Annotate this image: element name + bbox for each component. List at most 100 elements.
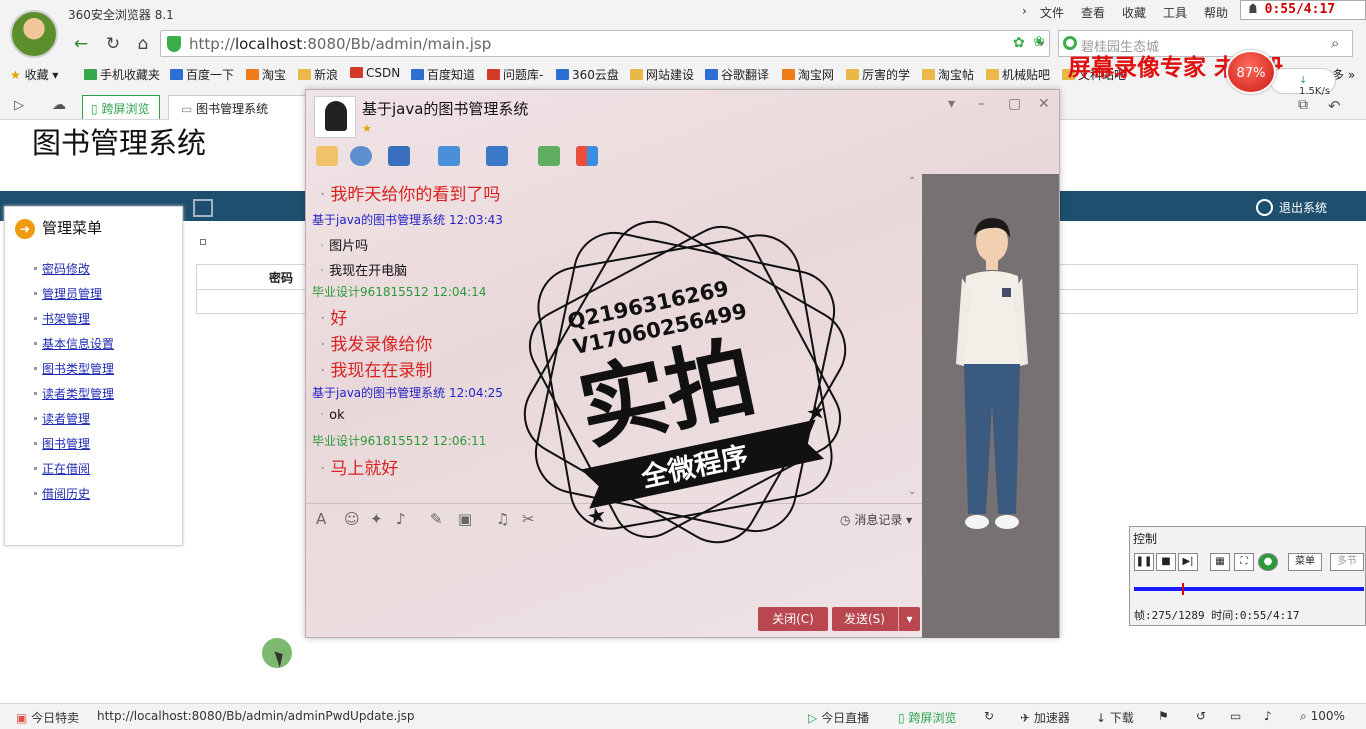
bookmark-taobao[interactable]: 淘宝 [246,66,286,83]
undo-close-icon[interactable]: ↶ [1328,97,1341,115]
logout-button[interactable]: 退出系统 [1256,199,1327,216]
address-url[interactable]: http://localhost:8080/Bb/admin/main.jsp [189,35,491,53]
bookmark-study[interactable]: 厉害的学 [846,66,910,83]
bookmark-csdn[interactable]: CSDN [350,66,400,80]
sidebar-item-link[interactable]: 图书类型管理 [42,360,114,377]
remote-desktop-icon[interactable] [486,146,508,166]
refresh-icon[interactable]: ↻ [102,33,124,55]
sidebar-item-link[interactable]: 密码修改 [42,260,90,277]
bookmark-google-translate[interactable]: 谷歌翻译 [705,66,769,83]
back-arrow-icon[interactable]: ← [70,33,92,55]
sidebar-item-link[interactable]: 正在借阅 [42,460,90,477]
collapse-sidebar-button[interactable] [193,199,213,217]
group-chat-icon[interactable] [538,146,560,166]
bookmark-favorites[interactable]: ★ 收藏 ▾ [10,66,58,83]
sync-icon[interactable]: ↺ [1196,709,1206,723]
close-window-icon[interactable]: ✕ [1038,96,1050,112]
home-icon[interactable]: ⌂ [132,33,154,55]
sidebar-item-link[interactable]: 读者类型管理 [42,385,114,402]
today-live[interactable]: ▷ 今日直播 [808,709,869,726]
microphone-icon[interactable]: ♪ [396,510,406,528]
record-icon[interactable]: ● [1258,553,1278,571]
sidebar-item-link[interactable]: 读者管理 [42,410,90,427]
bookmark-mechanical[interactable]: 机械贴吧 [986,66,1050,83]
refresh-green-icon[interactable]: ✿ [1013,35,1025,51]
bookmark-question-bank[interactable]: 问题库- [487,66,543,83]
download[interactable]: ↓ 下载 [1096,709,1134,726]
menu-favorites[interactable]: 收藏 [1122,4,1146,21]
apps-icon[interactable] [576,146,598,166]
forward-chevron-icon[interactable]: › [1022,4,1027,18]
chat-send-button[interactable]: 发送(S) ▾ [832,607,920,631]
sidebar-toggle-icon[interactable]: ▷ [14,98,24,113]
capture-region-icon[interactable]: ▦ [1210,553,1230,571]
video-call-icon[interactable] [350,146,372,166]
speed-ball[interactable]: 87% [1226,50,1276,94]
sidebar-item-link[interactable]: 管理员管理 [42,285,102,302]
bookmark-taobao-web[interactable]: 淘宝网 [782,66,834,83]
recorder-progress-track[interactable] [1134,583,1364,595]
window-icon[interactable]: ▭ [1230,709,1241,723]
search-icon[interactable]: ⌕ [1331,34,1339,52]
chat-contact-avatar[interactable] [314,96,356,138]
sidebar-item-link[interactable]: 书架管理 [42,310,90,327]
refresh-status-icon[interactable]: ↻ [984,709,994,723]
restore-tabs-icon[interactable]: ⧉ [1298,97,1308,113]
chat-message: · 我现在在录制 [320,356,432,381]
menu-view[interactable]: 查看 [1081,4,1105,21]
minimize-icon[interactable]: – [978,96,985,112]
scroll-down-icon[interactable]: ⌄ [908,486,916,497]
message-history-button[interactable]: ◷ 消息记录 ▾ [840,511,912,528]
zoom-level[interactable]: ⌕ 100% [1300,709,1345,724]
fullscreen-icon[interactable]: ⛶ [1234,553,1254,571]
maximize-icon[interactable]: ▢ [1008,96,1021,112]
scroll-up-icon[interactable]: ⌃ [908,176,916,187]
speaker-icon[interactable]: ♪ [1264,709,1272,723]
send-file-icon[interactable] [438,146,460,166]
chat-menu-icon[interactable]: ▾ [948,96,955,112]
pause-icon[interactable]: ❚❚ [1134,553,1154,571]
font-icon[interactable]: A [316,510,326,528]
recorder-more-button[interactable]: 多节 [1330,553,1364,571]
magic-icon[interactable]: ✦ [370,510,383,528]
sidebar-item-link[interactable]: 借阅历史 [42,485,90,502]
timer-icon: ☗ [1249,2,1265,17]
phone-icon: ▯ [91,102,98,116]
tab-split-browse[interactable]: ▯ 跨屏浏览 [82,95,160,119]
address-dropdown-icon[interactable]: ⌄ [1036,34,1047,49]
bookmark-baidu-zhidao[interactable]: 百度知道 [411,66,475,83]
menu-file[interactable]: 文件 [1040,4,1064,21]
recorder-progress-thumb[interactable] [1182,583,1185,595]
sidebar-item-link[interactable]: 基本信息设置 [42,335,114,352]
send-options-icon[interactable]: ▾ [898,607,920,631]
bookmark-taobao-post[interactable]: 淘宝帖 [922,66,974,83]
emoji-icon[interactable]: ☺ [344,510,360,528]
bookmark-web-build[interactable]: 网站建设 [630,66,694,83]
next-icon[interactable]: ▶| [1178,553,1198,571]
checkbox-square[interactable] [200,239,206,245]
sidebar-item-link[interactable]: 图书管理 [42,435,90,452]
bookmark-360-cloud[interactable]: 360云盘 [556,66,619,83]
flag-icon[interactable]: ⚑ [1158,709,1169,723]
voice-call-icon[interactable] [316,146,338,166]
user-avatar[interactable] [10,10,58,58]
tab-library-system[interactable]: ▭ 图书管理系统 [168,95,308,120]
cloud-icon[interactable]: ☁ [52,97,66,113]
share-screen-icon[interactable] [388,146,410,166]
bookmark-baidu[interactable]: 百度一下 [170,66,234,83]
address-bar[interactable]: http://localhost:8080/Bb/admin/main.jsp … [160,30,1050,57]
menu-tools[interactable]: 工具 [1163,4,1187,21]
chat-close-button[interactable]: 关闭(C) [758,607,828,631]
image-icon[interactable]: ▣ [458,510,472,528]
stop-icon[interactable]: ■ [1156,553,1176,571]
music-icon[interactable]: ♫ [496,510,509,528]
bookmark-sina[interactable]: 新浪 [298,66,338,83]
split-browse-status[interactable]: ▯ 跨屏浏览 [898,709,956,726]
scissors-icon[interactable]: ✂ [522,510,535,528]
bookmark-mobile[interactable]: 手机收藏夹 [84,66,160,83]
recorder-menu-button[interactable]: 菜单 [1288,553,1322,571]
accelerator[interactable]: ✈ 加速器 [1020,709,1070,726]
edit-icon[interactable]: ✎ [430,510,443,528]
today-deals[interactable]: ▣ 今日特卖 [16,709,79,726]
menu-help[interactable]: 帮助 [1204,4,1228,21]
